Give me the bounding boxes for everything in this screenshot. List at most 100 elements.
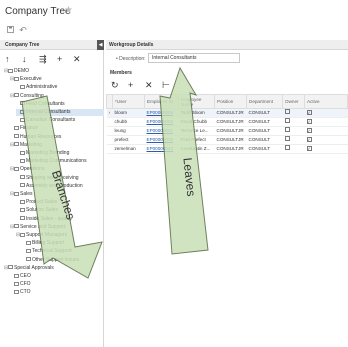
column-header[interactable]: Employee ID: [144, 94, 179, 109]
undo-icon[interactable]: ↶: [18, 24, 28, 36]
table-row[interactable]: leung EP00000021 Terrance Le... CONSULTJR CO…: [106, 126, 348, 136]
tree-node[interactable]: ⊟ Consulting: [10, 93, 104, 100]
members-grid: *User Employee ID Employee Name Position…: [106, 94, 348, 154]
tree-node[interactable]: Field Consultants: [16, 101, 104, 108]
owner-checkbox[interactable]: [284, 127, 290, 132]
owner-checkbox[interactable]: [284, 118, 290, 123]
tree-node-label: Marketing: [20, 141, 42, 148]
folder-icon: [20, 117, 25, 122]
tree-node[interactable]: ⊟ Sales: [10, 191, 104, 198]
tree-node-label: Assembly and Production: [26, 182, 83, 189]
table-cell: CONSULT: [246, 135, 283, 145]
tree-node-label: Solution Sales: [26, 207, 58, 214]
employee-id-link[interactable]: EP00000036: [147, 137, 174, 142]
table-row[interactable]: › bloom EP00000006 Todd Bloom CONSULTJR CONSU…: [106, 108, 348, 118]
table-cell: CONSULTJR: [214, 108, 247, 118]
folder-icon: [20, 183, 25, 188]
active-checkbox[interactable]: ✓: [306, 119, 312, 124]
tree-node[interactable]: Other Support Issues: [22, 257, 104, 264]
tree-node[interactable]: Canadian Consultants: [16, 117, 104, 124]
add-child-icon[interactable]: ⇶: [39, 54, 47, 64]
table-row[interactable]: chubb EP00000008 David Chubb CONSULTJR CONSU…: [106, 117, 348, 127]
tree-node[interactable]: ⊟ Support Managers: [16, 232, 104, 239]
tree-node[interactable]: Marketing Communications: [16, 158, 104, 165]
active-checkbox[interactable]: ✓: [306, 146, 312, 151]
tree-node[interactable]: CFO: [10, 281, 104, 288]
owner-checkbox[interactable]: [284, 145, 290, 150]
active-checkbox[interactable]: ✓: [306, 110, 312, 115]
tree-node[interactable]: Internal Consultants: [16, 109, 104, 116]
table-row[interactable]: zemelman EP00000043 Constantin Z... CONSULT…: [106, 144, 348, 154]
refresh-icon[interactable]: ↻: [111, 80, 119, 91]
column-header[interactable]: Department: [246, 94, 283, 109]
folder-icon: [26, 240, 31, 245]
tree-node-label: DEMO: [14, 68, 29, 74]
tree-node[interactable]: Technical Support: [22, 248, 104, 255]
table-cell: [282, 126, 305, 136]
members-toolbar: ↻ + ✕ ⊢: [106, 78, 348, 94]
employee-id-link[interactable]: EP00000006: [147, 110, 174, 115]
table-cell: CONSULT: [246, 126, 283, 136]
column-header[interactable]: Owner: [282, 94, 305, 109]
department-cell: CONSULT: [248, 146, 271, 151]
employee-id-link[interactable]: EP00000043: [147, 146, 174, 151]
folder-icon: [14, 273, 19, 278]
user-cell: prefect: [114, 137, 129, 142]
column-header[interactable]: Position: [214, 94, 247, 109]
tree-node[interactable]: Marketing Branding: [16, 150, 104, 157]
owner-checkbox[interactable]: [284, 136, 290, 141]
tree-node[interactable]: Finance: [10, 125, 104, 132]
tree-node-label: Finance: [20, 125, 38, 132]
employee-id-link[interactable]: EP00000008: [147, 119, 174, 124]
active-checkbox[interactable]: ✓: [306, 128, 312, 133]
page-title: Company Tree: [5, 6, 71, 17]
tree-node[interactable]: Assembly and Production: [16, 183, 104, 190]
move-up-icon[interactable]: ↑: [5, 54, 10, 64]
tree-node[interactable]: ⊟ Executive: [10, 76, 104, 83]
save-icon[interactable]: [5, 24, 15, 36]
active-checkbox[interactable]: ✓: [306, 137, 312, 142]
tree-node-label: Marketing Communications: [26, 158, 87, 165]
user-cell: zemelman: [114, 146, 136, 151]
delete-row-button[interactable]: ✕: [145, 80, 153, 91]
add-button[interactable]: +: [57, 54, 62, 64]
tree-node[interactable]: Solution Sales: [16, 207, 104, 214]
description-field[interactable]: Internal Consultants: [148, 53, 240, 63]
table-cell: ✓: [304, 126, 348, 136]
delete-button[interactable]: ✕: [73, 54, 81, 64]
workgroup-details-panel: Workgroup Details • Description: Interna…: [106, 40, 348, 347]
folder-icon: [14, 76, 19, 81]
tree-node[interactable]: ⊟ Marketing: [10, 142, 104, 149]
tree-node[interactable]: ⊟ Service and Support: [10, 224, 104, 231]
owner-checkbox[interactable]: [284, 109, 290, 114]
tree-node[interactable]: Inside Sales - qualify: [16, 216, 104, 223]
tree-node[interactable]: Product Sales: [16, 199, 104, 206]
move-down-icon[interactable]: ↓: [22, 54, 27, 64]
tree-node[interactable]: ⊟ Operations: [10, 166, 104, 173]
tree-node[interactable]: ⊟ DEMO: [4, 68, 104, 75]
tree-node[interactable]: Billing Support: [22, 240, 104, 247]
table-row[interactable]: prefect EP00000036 Ford Prefect CONSULTJR CO…: [106, 135, 348, 145]
title-bar: Company Tree ★: [0, 0, 348, 24]
tree-node[interactable]: ⊟ Special Approvals: [4, 265, 104, 272]
column-header[interactable]: *User: [112, 94, 145, 109]
tree-node[interactable]: Shipping and Receiving: [16, 175, 104, 182]
employee-id-link[interactable]: EP00000021: [147, 128, 174, 133]
folder-icon: [14, 290, 19, 295]
tree-node[interactable]: CTO: [10, 289, 104, 296]
table-cell: CONSULTJR: [214, 135, 247, 145]
tree-node[interactable]: Administrative: [16, 84, 104, 91]
column-header[interactable]: Employee Name: [178, 94, 215, 109]
collapse-panel-button[interactable]: ◀: [97, 40, 104, 50]
tree-node[interactable]: CEO: [10, 273, 104, 280]
fit-columns-icon[interactable]: ⊢: [162, 80, 170, 91]
tree-node-label: Consulting: [20, 92, 44, 99]
table-cell: Terrance Le...: [178, 126, 215, 136]
star-icon[interactable]: ★: [64, 5, 73, 16]
tree-node-label: CFO: [20, 281, 31, 288]
folder-icon: [14, 126, 19, 131]
add-row-button[interactable]: +: [128, 80, 133, 90]
column-header[interactable]: Active: [304, 94, 348, 109]
tree-node[interactable]: Human Resources: [10, 134, 104, 141]
employee-name-cell: Todd Bloom: [180, 110, 205, 115]
